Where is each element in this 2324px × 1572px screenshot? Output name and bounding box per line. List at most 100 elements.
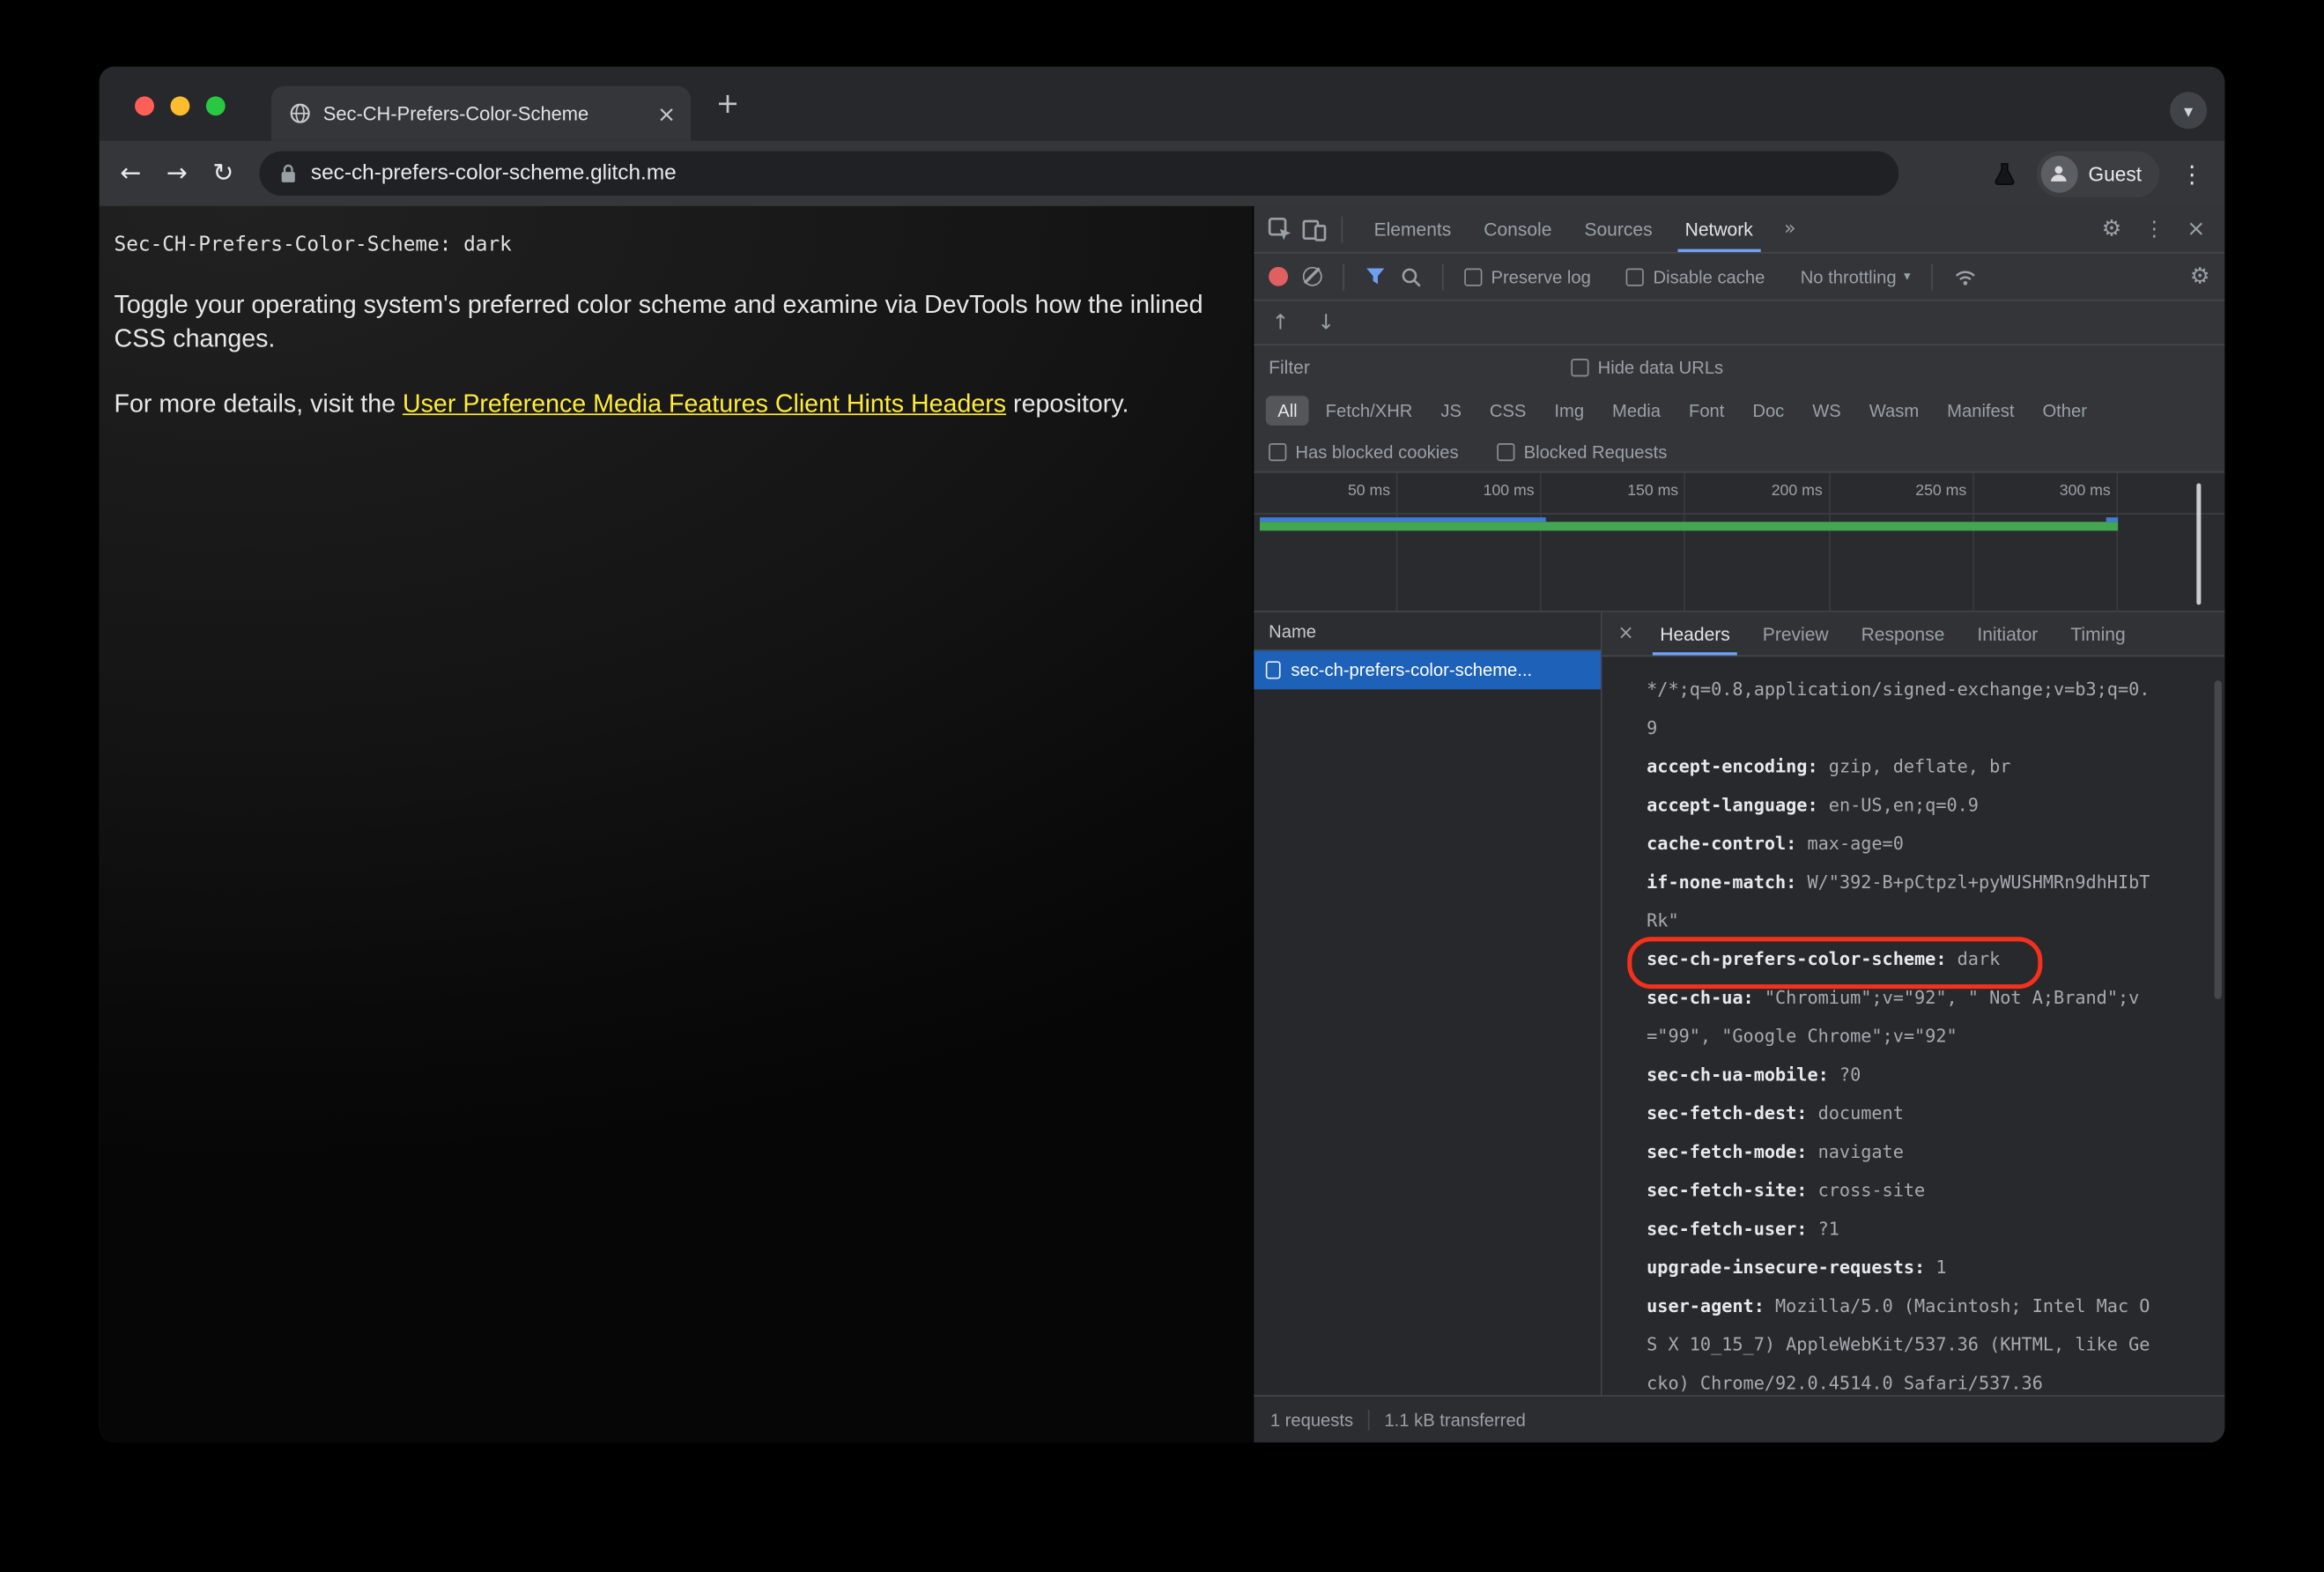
close-details-icon[interactable]: × bbox=[1608, 623, 1643, 645]
search-icon[interactable] bbox=[1401, 266, 1422, 287]
devtools-tab-console[interactable]: Console bbox=[1468, 206, 1568, 252]
detail-tab-initiator[interactable]: Initiator bbox=[1961, 612, 2054, 656]
detail-tab-headers[interactable]: Headers bbox=[1644, 612, 1747, 656]
filter-input[interactable] bbox=[1269, 357, 1530, 379]
devtools-settings-gear-icon[interactable]: ⚙ bbox=[2102, 217, 2122, 240]
preserve-log-group: Preserve log bbox=[1464, 266, 1591, 287]
request-details-pane: × Headers Preview Response Initiator Timing … bbox=[1602, 612, 2225, 1396]
timeline-gridline bbox=[1972, 472, 1974, 612]
disable-cache-checkbox[interactable] bbox=[1626, 267, 1645, 285]
filter-funnel-icon[interactable] bbox=[1365, 267, 1386, 286]
header-value: cross-site bbox=[1817, 1180, 1926, 1201]
blocked-filters-row: Has blocked cookies Blocked Requests bbox=[1254, 431, 2225, 473]
header-name: upgrade-insecure-requests: bbox=[1647, 1257, 1936, 1279]
toolbar-separator bbox=[1931, 263, 1933, 290]
filter-chip-img[interactable]: Img bbox=[1543, 396, 1596, 426]
record-network-log-button[interactable] bbox=[1269, 266, 1289, 286]
throttling-value: No throttling bbox=[1800, 265, 1897, 287]
has-blocked-cookies-checkbox[interactable] bbox=[1269, 442, 1287, 461]
filter-chip-all[interactable]: All bbox=[1265, 396, 1310, 426]
overview-scrollbar-thumb[interactable] bbox=[2195, 483, 2202, 605]
filter-chip-ws[interactable]: WS bbox=[1801, 396, 1853, 426]
filter-chip-fetch-xhr[interactable]: Fetch/XHR bbox=[1314, 396, 1425, 426]
hide-data-urls-checkbox[interactable] bbox=[1571, 359, 1589, 377]
detail-tab-response[interactable]: Response bbox=[1845, 612, 1961, 656]
address-bar[interactable]: sec-ch-prefers-color-scheme.glitch.me bbox=[258, 151, 1898, 196]
detail-tab-preview[interactable]: Preview bbox=[1746, 612, 1845, 656]
more-panels-icon[interactable]: » bbox=[1778, 218, 1802, 240]
filter-chip-doc[interactable]: Doc bbox=[1741, 396, 1796, 426]
devtools-panel: ElementsConsoleSourcesNetwork » ⚙ ⋮ × bbox=[1252, 205, 2225, 1442]
request-header-line: accept-encoding: gzip, deflate, br bbox=[1647, 747, 2159, 786]
inspect-element-icon[interactable] bbox=[1267, 217, 1292, 242]
filter-chip-js[interactable]: JS bbox=[1429, 396, 1473, 426]
timeline-ruler-border bbox=[1254, 513, 2225, 515]
back-button[interactable]: ← bbox=[120, 160, 141, 187]
preserve-log-checkbox[interactable] bbox=[1464, 267, 1483, 285]
timeline-tick-label: 50 ms bbox=[1347, 481, 1391, 500]
minimize-window-button[interactable] bbox=[170, 96, 190, 116]
filter-chip-font[interactable]: Font bbox=[1677, 396, 1736, 426]
zoom-window-button[interactable] bbox=[205, 96, 226, 116]
filter-row: Hide data URLs bbox=[1254, 345, 2225, 390]
details-prefix: For more details, visit the bbox=[114, 389, 403, 419]
import-har-icon[interactable]: ↑ bbox=[1271, 312, 1289, 333]
devtools-tab-elements[interactable]: Elements bbox=[1358, 206, 1468, 252]
tab-close-icon[interactable]: × bbox=[657, 100, 676, 127]
throttling-select[interactable]: No throttling ▾ bbox=[1801, 266, 1911, 287]
header-name: sec-ch-ua: bbox=[1647, 987, 1765, 1009]
filter-chip-manifest[interactable]: Manifest bbox=[1935, 396, 2026, 426]
request-header-line: sec-fetch-mode: navigate bbox=[1647, 1132, 2159, 1171]
filter-chip-wasm[interactable]: Wasm bbox=[1857, 396, 1930, 426]
details-scrollbar-thumb[interactable] bbox=[2214, 680, 2222, 999]
network-settings-gear-icon[interactable]: ⚙ bbox=[2190, 264, 2210, 287]
request-header-line: upgrade-insecure-requests: 1 bbox=[1647, 1249, 2159, 1287]
profile-chip[interactable]: Guest bbox=[2036, 150, 2160, 196]
timeline-gridline bbox=[1540, 472, 1543, 612]
browser-menu-icon[interactable]: ⋮ bbox=[2180, 159, 2204, 188]
har-toolbar: ↑ ↓ bbox=[1254, 300, 2225, 345]
header-value: */*;q=0.8,application/signed-exchange;v=… bbox=[1647, 678, 2150, 738]
chevron-down-icon: ▾ bbox=[2183, 100, 2194, 122]
network-timeline-overview[interactable]: 50 ms 100 ms 150 ms 200 ms 250 ms 300 ms bbox=[1254, 472, 2225, 612]
header-name: user-agent: bbox=[1647, 1295, 1776, 1316]
client-hints-repo-link[interactable]: User Preference Media Features Client Hi… bbox=[403, 389, 1006, 418]
timeline-gridline bbox=[1828, 472, 1831, 612]
reload-button[interactable]: ↻ bbox=[212, 160, 233, 187]
network-conditions-icon[interactable] bbox=[1953, 268, 1977, 285]
profile-label: Guest bbox=[2088, 162, 2143, 185]
browser-window: Sec-CH-Prefers-Color-Scheme × + ▾ ← → ↻ … bbox=[99, 66, 2225, 1442]
device-toolbar-icon[interactable] bbox=[1301, 217, 1327, 242]
blocked-requests-checkbox[interactable] bbox=[1497, 442, 1515, 461]
clear-network-log-button[interactable] bbox=[1302, 266, 1322, 286]
filter-chip-media[interactable]: Media bbox=[1601, 396, 1673, 426]
request-header-line: if-none-match: W/"392-B+pCtpzl+pyWUSHMRn… bbox=[1647, 863, 2159, 939]
devtools-close-icon[interactable]: × bbox=[2187, 217, 2205, 240]
experiments-flask-icon[interactable] bbox=[1994, 161, 2016, 185]
devtools-tab-sources[interactable]: Sources bbox=[1568, 206, 1669, 252]
devtools-menu-kebab-icon[interactable]: ⋮ bbox=[2143, 219, 2165, 240]
forward-button[interactable]: → bbox=[167, 160, 188, 187]
tab-search-button[interactable]: ▾ bbox=[2170, 92, 2208, 130]
close-window-button[interactable] bbox=[135, 96, 154, 116]
filter-chip-other[interactable]: Other bbox=[2031, 396, 2098, 426]
devtools-tab-network[interactable]: Network bbox=[1669, 206, 1769, 253]
filter-chip-css[interactable]: CSS bbox=[1477, 396, 1537, 426]
disable-cache-group: Disable cache bbox=[1626, 266, 1765, 287]
detail-tab-timing[interactable]: Timing bbox=[2054, 612, 2142, 656]
blocked-requests-group: Blocked Requests bbox=[1497, 441, 1667, 462]
name-column-header[interactable]: Name bbox=[1254, 612, 1601, 651]
lock-icon[interactable] bbox=[280, 163, 297, 184]
devtools-main-toolbar: Elements Console Sources Network » ⚙ ⋮ × bbox=[1254, 205, 2225, 254]
timeline-tick-label: 100 ms bbox=[1483, 481, 1535, 500]
export-har-icon[interactable]: ↓ bbox=[1317, 312, 1335, 333]
person-icon bbox=[2051, 166, 2068, 182]
request-header-line-highlighted: sec-ch-prefers-color-scheme: dark bbox=[1627, 937, 2159, 990]
window-content: Sec-CH-Prefers-Color-Scheme: dark Toggle… bbox=[99, 205, 2225, 1442]
new-tab-button[interactable]: + bbox=[713, 86, 743, 122]
request-header-line: sec-ch-ua: "Chromium";v="92", " Not A;Br… bbox=[1647, 978, 2159, 1055]
browser-tab[interactable]: Sec-CH-Prefers-Color-Scheme × bbox=[270, 85, 691, 141]
has-blocked-cookies-group: Has blocked cookies bbox=[1269, 441, 1459, 462]
request-header-line: cache-control: max-age=0 bbox=[1647, 824, 2159, 863]
request-row-selected[interactable]: sec-ch-prefers-color-scheme... bbox=[1254, 650, 1601, 690]
